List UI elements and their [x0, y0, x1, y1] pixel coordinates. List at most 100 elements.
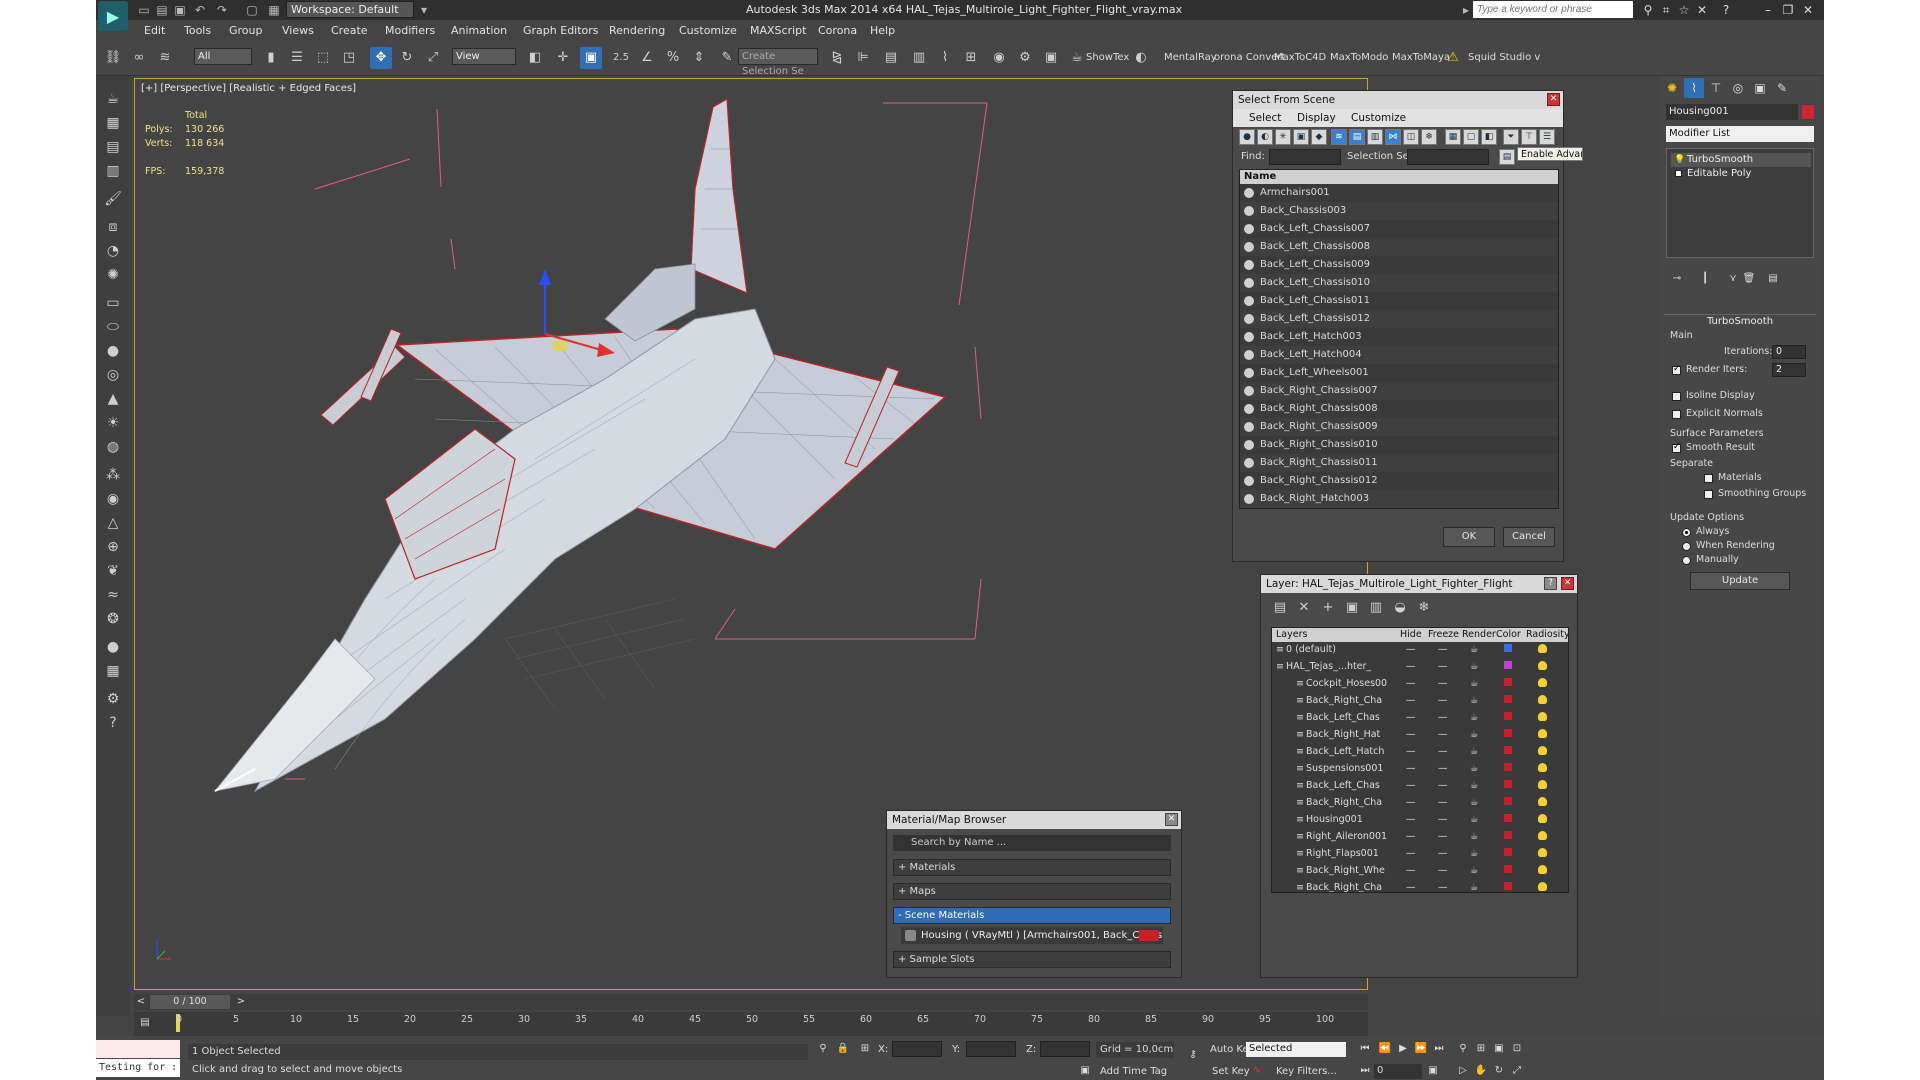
orbit-view-icon[interactable]: ↻	[1492, 1064, 1506, 1078]
layer-hide-toggle[interactable]: —	[1406, 763, 1416, 774]
viewport-label[interactable]: [+] [Perspective] [Realistic + Edged Fac…	[141, 83, 356, 94]
radiosity-bulb-icon[interactable]	[1538, 797, 1547, 806]
layer-row[interactable]: ≡ HAL_Tejas_...hter_ — — ☕	[1272, 659, 1568, 676]
globe-icon[interactable]: ⊕	[102, 536, 124, 558]
absolute-mode-icon[interactable]: ⊞	[858, 1042, 872, 1056]
menu-views[interactable]: Views	[282, 24, 314, 37]
layer-hide-toggle[interactable]: —	[1406, 848, 1416, 859]
select-and-rotate-icon[interactable]: ↻	[396, 47, 418, 69]
spinner-snap-icon[interactable]: ⇕	[688, 47, 710, 69]
paint-icon[interactable]: 🖌	[102, 188, 124, 210]
scene-object-row[interactable]: Back_Right_Chassis012	[1240, 472, 1558, 490]
layer-row[interactable]: ≡ Back_Left_Chas — — ☕	[1272, 710, 1568, 727]
menu-customize[interactable]: Customize	[679, 24, 737, 37]
filter-shapes-icon[interactable]: ◐	[1257, 129, 1273, 145]
utilities-tab-icon[interactable]: ✎	[1772, 78, 1792, 98]
set-key-button[interactable]: Set Key	[1212, 1066, 1250, 1077]
maxscript-listener-input[interactable]: Testing for :	[96, 1059, 180, 1077]
update-when-rendering-radio[interactable]	[1682, 542, 1691, 551]
layer-render-icon[interactable]: ☕	[1470, 797, 1479, 808]
plugin-showtex[interactable]: ShowTex	[1086, 52, 1129, 63]
select-and-move-icon[interactable]: ✥	[370, 47, 392, 69]
maps-section[interactable]: + Maps	[893, 883, 1171, 900]
modifier-stack[interactable]: 💡 TurboSmooth Editable Poly	[1666, 148, 1814, 258]
project-icon[interactable]: ▢	[244, 2, 260, 18]
layer-row[interactable]: ≡ Back_Right_Cha — — ☕	[1272, 795, 1568, 812]
time-prev-icon[interactable]: <	[134, 995, 148, 1009]
menu-animation[interactable]: Animation	[451, 24, 507, 37]
layer-freeze-toggle[interactable]: —	[1438, 678, 1448, 689]
geosphere-icon[interactable]: ◍	[102, 436, 124, 458]
key-mode-toggle-icon[interactable]: ⏭	[1358, 1064, 1372, 1078]
percent-snap-icon[interactable]: %	[662, 47, 684, 69]
x-coordinate-field[interactable]	[892, 1041, 942, 1057]
update-button[interactable]: Update	[1690, 572, 1790, 590]
cone-icon[interactable]: ▲	[102, 388, 124, 410]
layer-row[interactable]: ≡ Suspensions001 — — ☕	[1272, 761, 1568, 778]
separate-materials-checkbox[interactable]	[1704, 474, 1713, 483]
add-to-layer-icon[interactable]: +	[1319, 599, 1337, 617]
layer-render-icon[interactable]: ☕	[1470, 729, 1479, 740]
z-coordinate-field[interactable]	[1040, 1041, 1090, 1057]
ok-button[interactable]: OK	[1443, 527, 1495, 547]
scene-object-row[interactable]: Back_Left_Chassis009	[1240, 256, 1558, 274]
layer-hide-toggle[interactable]: —	[1406, 644, 1416, 655]
teapot-icon[interactable]: ☕	[102, 88, 124, 110]
menu-tools[interactable]: Tools	[184, 24, 211, 37]
time-configuration-icon[interactable]: ▣	[1426, 1064, 1440, 1078]
angle-snap-icon[interactable]: ∠	[636, 47, 658, 69]
col-render[interactable]: Render	[1462, 629, 1496, 640]
layer-hide-toggle[interactable]: —	[1406, 712, 1416, 723]
layer-hide-toggle[interactable]: —	[1406, 831, 1416, 842]
next-frame-icon[interactable]: ⏩	[1414, 1042, 1428, 1056]
zoom-extents-icon[interactable]: ▣	[1492, 1042, 1506, 1056]
star-icon[interactable]: ☆	[1676, 2, 1692, 18]
layer-color-swatch[interactable]	[1504, 644, 1512, 652]
display-tab-icon[interactable]: ▣	[1750, 78, 1770, 98]
layer-render-icon[interactable]: ☕	[1470, 678, 1479, 689]
unlink-icon[interactable]: ∞	[128, 47, 150, 69]
layer-freeze-toggle[interactable]: —	[1438, 831, 1448, 842]
play-icon[interactable]: ▶	[1396, 1042, 1410, 1056]
settings-icon[interactable]: ⚙	[102, 688, 124, 710]
layer-freeze-toggle[interactable]: —	[1438, 797, 1448, 808]
curve-editor-icon[interactable]: ⌇	[934, 47, 956, 69]
reference-coordinate-dropdown[interactable]: View	[452, 48, 516, 65]
create-layer-icon[interactable]: ▤	[1271, 599, 1289, 617]
filter-helpers-icon[interactable]: ◆	[1311, 129, 1327, 145]
undo-icon[interactable]: ↶	[192, 2, 208, 18]
key-mode-dropdown[interactable]: Selected	[1246, 1042, 1346, 1057]
set-key-curve-icon[interactable]: ∿	[1250, 1064, 1264, 1078]
layer-freeze-toggle[interactable]: —	[1438, 712, 1448, 723]
layer-freeze-toggle[interactable]: —	[1438, 746, 1448, 757]
render-setup-icon[interactable]: ⚙	[1014, 47, 1036, 69]
separate-smoothing-groups-checkbox[interactable]	[1704, 490, 1713, 499]
layer-color-swatch[interactable]	[1504, 865, 1512, 873]
sun-icon[interactable]: ☀	[102, 412, 124, 434]
layer-row[interactable]: ≡ Back_Left_Chas — — ☕	[1272, 778, 1568, 795]
y-coordinate-field[interactable]	[966, 1041, 1016, 1057]
layer-row[interactable]: ≡ Back_Left_Hatch — — ☕	[1272, 744, 1568, 761]
orbit-icon[interactable]: ◔	[102, 240, 124, 262]
snaps-toggle-icon[interactable]: 2.5	[610, 47, 632, 69]
hierarchy-icon[interactable]: ⊤	[1521, 129, 1537, 145]
scene-object-row[interactable]: Armchairs001	[1240, 184, 1558, 202]
schematic-view-icon[interactable]: ⊞	[960, 47, 982, 69]
render-iters-spinner[interactable]: 2	[1772, 363, 1806, 377]
scene-object-row[interactable]: Back_Right_Chassis009	[1240, 418, 1558, 436]
render-iters-checkbox[interactable]	[1672, 364, 1681, 375]
isolate-icon[interactable]: ⚲	[816, 1042, 830, 1056]
modifier-list-dropdown[interactable]: Modifier List	[1666, 126, 1814, 142]
smooth-result-checkbox[interactable]	[1672, 442, 1681, 453]
filter-cameras-icon[interactable]: ▣	[1293, 129, 1309, 145]
name-column-header[interactable]: Name	[1240, 170, 1558, 184]
plugin-mentalray[interactable]: MentalRay	[1164, 52, 1217, 63]
layer-render-icon[interactable]: ☕	[1470, 746, 1479, 757]
layer-render-icon[interactable]: ☕	[1470, 882, 1479, 892]
current-frame-field[interactable]: 0	[1374, 1064, 1422, 1079]
workspace-dropdown[interactable]: Workspace: Default	[286, 1, 414, 18]
layer-row[interactable]: ≡ Back_Right_Cha — — ☕	[1272, 880, 1568, 892]
time-slider-thumb[interactable]: 0 / 100	[150, 995, 230, 1009]
bind-space-warp-icon[interactable]: ≋	[154, 47, 176, 69]
track-bar[interactable]: ▤ 0 5 10 15 20 25 30 35 40 45 50 55 60 65 70 75 80 85 90 95…	[134, 1012, 1368, 1036]
